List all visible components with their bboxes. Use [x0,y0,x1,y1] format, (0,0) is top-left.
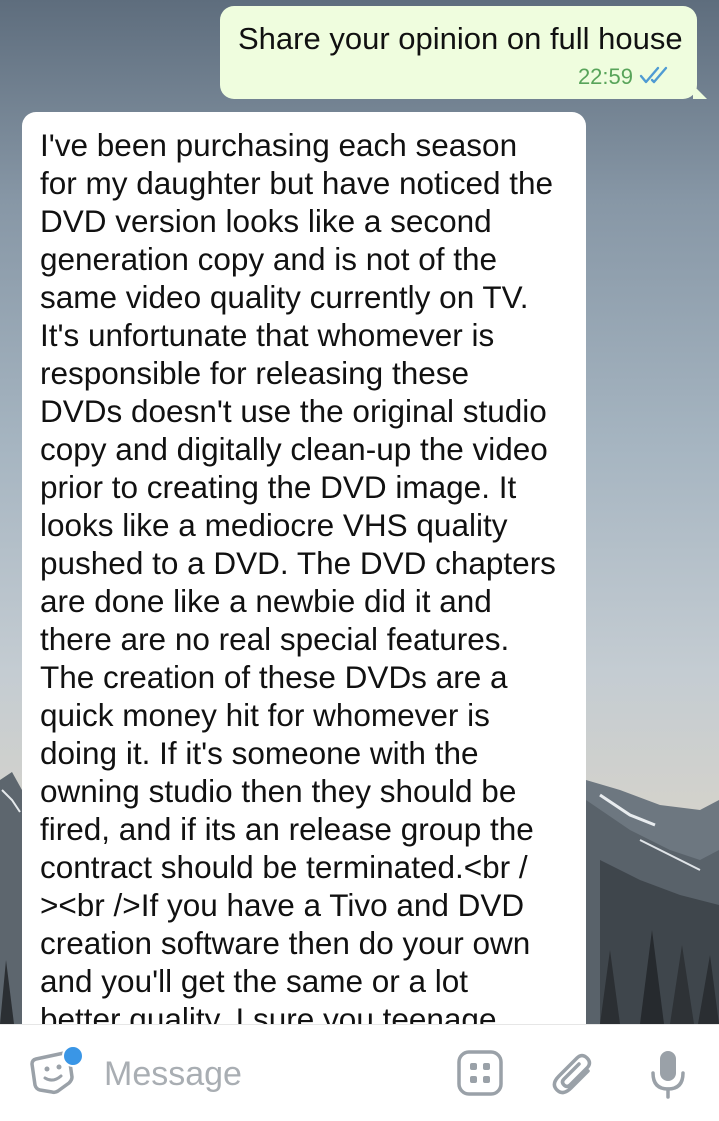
notification-dot [62,1045,84,1067]
message-time: 22:59 [577,64,633,89]
incoming-message-bubble[interactable]: I've been purchasing each season for my … [22,112,586,1024]
outgoing-message-text: Share your opinion on full house [238,21,683,56]
outgoing-message-bubble[interactable]: Share your opinion on full house 22:59 [220,6,707,99]
message-input[interactable] [104,1055,424,1094]
message-input-bar [0,1024,719,1121]
incoming-message-text: I've been purchasing each season for my … [40,127,556,1024]
bubble-tail [693,85,707,99]
bot-commands-icon[interactable] [456,1049,504,1102]
double-check-icon [639,65,673,90]
chat-area[interactable]: Share your opinion on full house 22:59 I… [0,0,719,1024]
attach-icon[interactable] [550,1049,598,1104]
microphone-icon[interactable] [648,1049,688,1106]
message-meta: 22:59 [578,64,673,90]
